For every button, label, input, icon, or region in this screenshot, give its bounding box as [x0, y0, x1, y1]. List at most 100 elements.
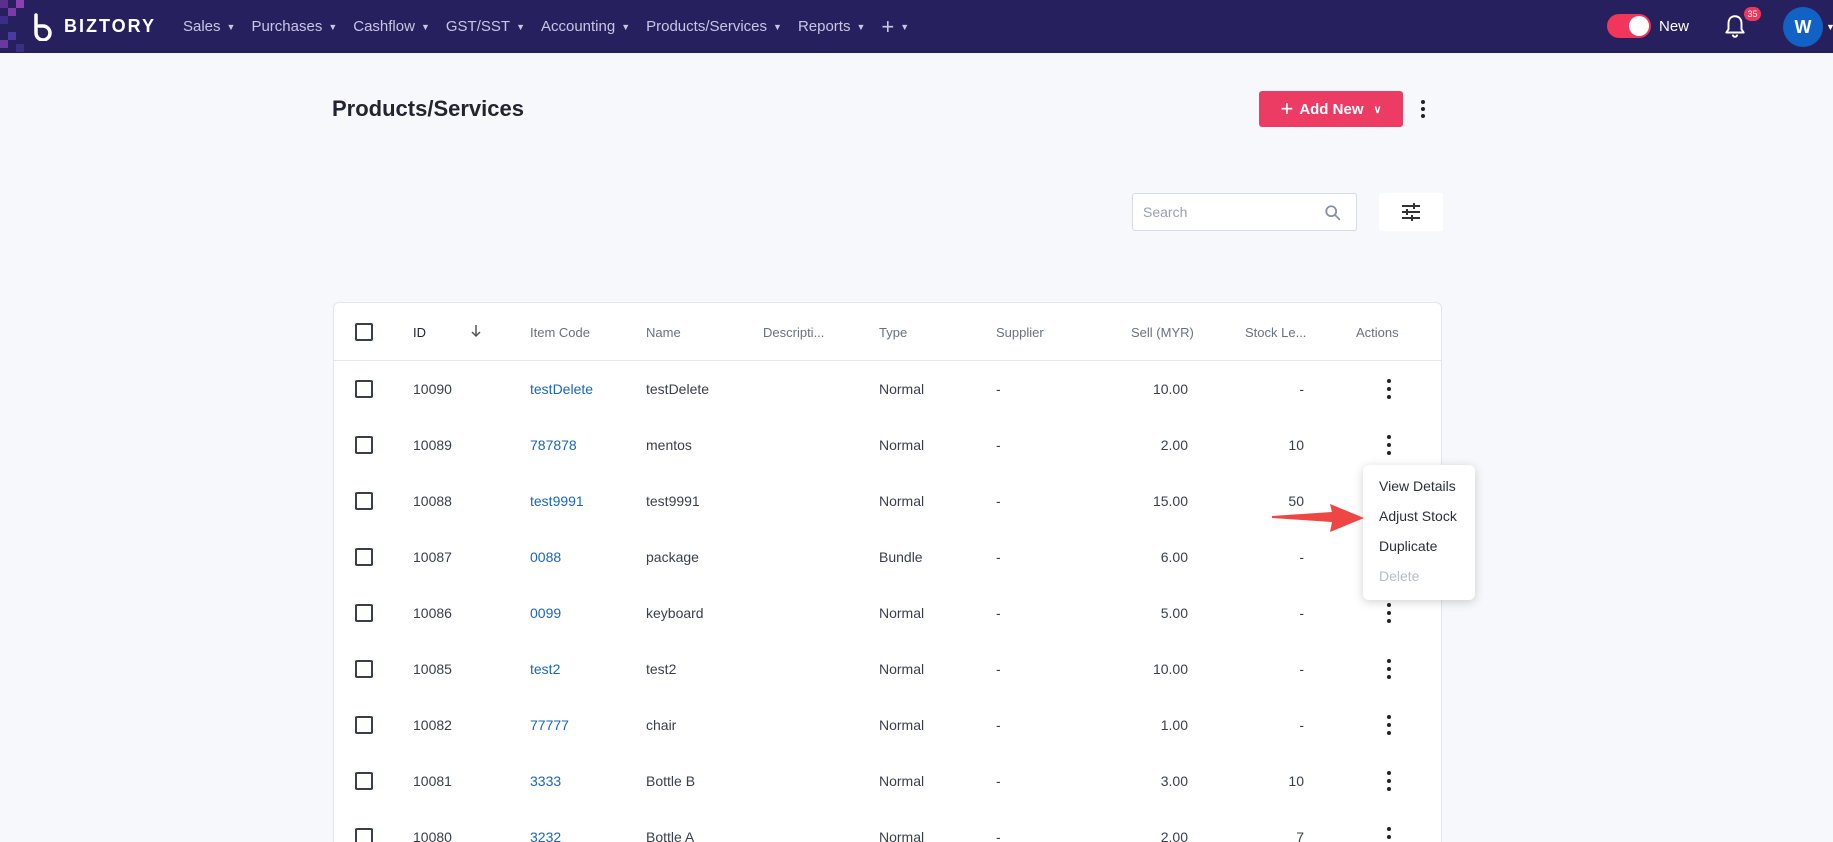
brand-mark-icon — [34, 13, 52, 41]
cell-sell: 2.00 — [1160, 437, 1188, 453]
column-header-supplier[interactable]: Supplier — [996, 325, 1044, 340]
menu-item-view-details[interactable]: View Details — [1379, 478, 1456, 494]
cell-id: 10080 — [413, 829, 452, 842]
cell-supplier: - — [996, 661, 1001, 677]
cell-name: test2 — [646, 661, 677, 677]
new-ui-toggle[interactable]: New — [1607, 14, 1689, 38]
row-actions-button[interactable] — [1384, 435, 1394, 455]
nav-sales[interactable]: Sales ▼ — [183, 18, 235, 35]
brand-name: BIZTORY — [64, 16, 157, 36]
add-new-button[interactable]: + Add New ∨ — [1259, 91, 1403, 127]
brand-logo[interactable]: BIZTORY — [0, 0, 165, 53]
select-all-checkbox[interactable] — [355, 323, 373, 341]
table-row[interactable]: 10090 testDelete testDelete Normal - 10.00 - — [334, 361, 1441, 417]
column-header-description[interactable]: Descripti... — [763, 325, 824, 340]
sliders-icon — [1402, 203, 1420, 221]
cell-id: 10089 — [413, 437, 452, 453]
chevron-down-icon: ∨ — [1373, 103, 1382, 116]
row-actions-button[interactable] — [1384, 715, 1394, 735]
logo-pixel — [0, 0, 8, 8]
nav-accounting[interactable]: Accounting ▼ — [541, 18, 630, 35]
kebab-dot — [1387, 379, 1391, 383]
nav-purchases[interactable]: Purchases ▼ — [251, 18, 337, 35]
cell-id: 10088 — [413, 493, 452, 509]
cell-name: Bottle A — [646, 829, 695, 842]
nav-products-services[interactable]: Products/Services ▼ — [646, 18, 782, 35]
add-new-label: Add New — [1299, 100, 1364, 118]
kebab-dot — [1421, 100, 1425, 104]
column-header-stock-level[interactable]: Stock Le... — [1245, 325, 1306, 340]
table-row[interactable]: 10087 0088 package Bundle - 6.00 - — [334, 529, 1441, 585]
menu-item-adjust-stock[interactable]: Adjust Stock — [1379, 508, 1457, 524]
cell-item-code[interactable]: 0088 — [530, 549, 561, 565]
column-header-item-code[interactable]: Item Code — [530, 325, 590, 340]
row-checkbox[interactable] — [355, 828, 373, 842]
table-row[interactable]: 10089 787878 mentos Normal - 2.00 10 — [334, 417, 1441, 473]
row-checkbox[interactable] — [355, 548, 373, 566]
column-header-name[interactable]: Name — [646, 325, 681, 340]
page-more-options-button[interactable] — [1418, 96, 1428, 122]
kebab-dot — [1387, 779, 1391, 783]
nav-label: Purchases — [251, 18, 323, 35]
cell-item-code[interactable]: 3333 — [530, 773, 561, 789]
row-actions-button[interactable] — [1384, 659, 1394, 679]
nav-reports[interactable]: Reports ▼ — [798, 18, 865, 35]
cell-item-code[interactable]: 787878 — [530, 437, 577, 453]
logo-pixel — [16, 0, 24, 8]
logo-pixel — [16, 44, 24, 52]
row-checkbox[interactable] — [355, 660, 373, 678]
search-input[interactable] — [1133, 194, 1313, 230]
row-actions-button[interactable] — [1384, 771, 1394, 791]
cell-sell: 10.00 — [1152, 661, 1188, 677]
row-checkbox[interactable] — [355, 492, 373, 510]
nav-label: GST/SST — [445, 18, 511, 35]
nav-gst-sst[interactable]: GST/SST ▼ — [446, 18, 525, 35]
row-checkbox[interactable] — [355, 380, 373, 398]
kebab-dot — [1387, 731, 1391, 735]
row-checkbox[interactable] — [355, 772, 373, 790]
user-avatar[interactable]: W — [1783, 7, 1823, 47]
table-row[interactable]: 10086 0099 keyboard Normal - 5.00 - — [334, 585, 1441, 641]
cell-item-code[interactable]: 3232 — [530, 829, 561, 842]
column-header-actions: Actions — [1356, 325, 1399, 340]
row-actions-button[interactable] — [1384, 379, 1394, 399]
row-checkbox[interactable] — [355, 604, 373, 622]
search-icon[interactable] — [1324, 204, 1342, 222]
cell-item-code[interactable]: test2 — [530, 661, 560, 677]
cell-item-code[interactable]: 0099 — [530, 605, 561, 621]
row-actions-button[interactable] — [1384, 603, 1394, 623]
column-header-id[interactable]: ID — [413, 325, 426, 340]
cell-supplier: - — [996, 381, 1001, 397]
filter-button[interactable] — [1379, 193, 1443, 231]
nav-cashflow[interactable]: Cashflow ▼ — [353, 18, 430, 35]
column-header-sell[interactable]: Sell (MYR) — [1131, 325, 1194, 340]
cell-supplier: - — [996, 829, 1001, 842]
quick-add-menu[interactable]: + ▼ — [881, 14, 909, 40]
kebab-dot — [1387, 667, 1391, 671]
cell-item-code[interactable]: 77777 — [530, 717, 569, 733]
row-actions-menu: View Details Adjust Stock Duplicate Dele… — [1363, 465, 1475, 600]
caret-down-icon: ▼ — [420, 21, 430, 32]
column-header-type[interactable]: Type — [879, 325, 907, 340]
cell-item-code[interactable]: test9991 — [530, 493, 584, 509]
cell-name: test9991 — [646, 493, 700, 509]
row-checkbox[interactable] — [355, 716, 373, 734]
table-row[interactable]: 10080 3232 Bottle A Normal - 2.00 7 — [334, 809, 1441, 842]
table-row[interactable]: 10081 3333 Bottle B Normal - 3.00 10 — [334, 753, 1441, 809]
menu-item-duplicate[interactable]: Duplicate — [1379, 538, 1437, 554]
kebab-dot — [1421, 107, 1425, 111]
cell-id: 10081 — [413, 773, 452, 789]
table-row[interactable]: 10085 test2 test2 Normal - 10.00 - — [334, 641, 1441, 697]
caret-down-icon[interactable]: ▼ — [1826, 22, 1833, 32]
kebab-dot — [1387, 395, 1391, 399]
table-row[interactable]: 10082 77777 chair Normal - 1.00 - — [334, 697, 1441, 753]
row-actions-button[interactable] — [1384, 827, 1394, 842]
caret-down-icon: ▼ — [516, 21, 525, 32]
row-checkbox[interactable] — [355, 436, 373, 454]
kebab-dot — [1387, 435, 1391, 439]
cell-item-code[interactable]: testDelete — [530, 381, 593, 397]
kebab-dot — [1387, 723, 1391, 727]
sort-arrow-down-icon[interactable] — [470, 323, 482, 339]
cell-type: Normal — [879, 605, 925, 621]
toggle-switch[interactable] — [1607, 14, 1651, 38]
